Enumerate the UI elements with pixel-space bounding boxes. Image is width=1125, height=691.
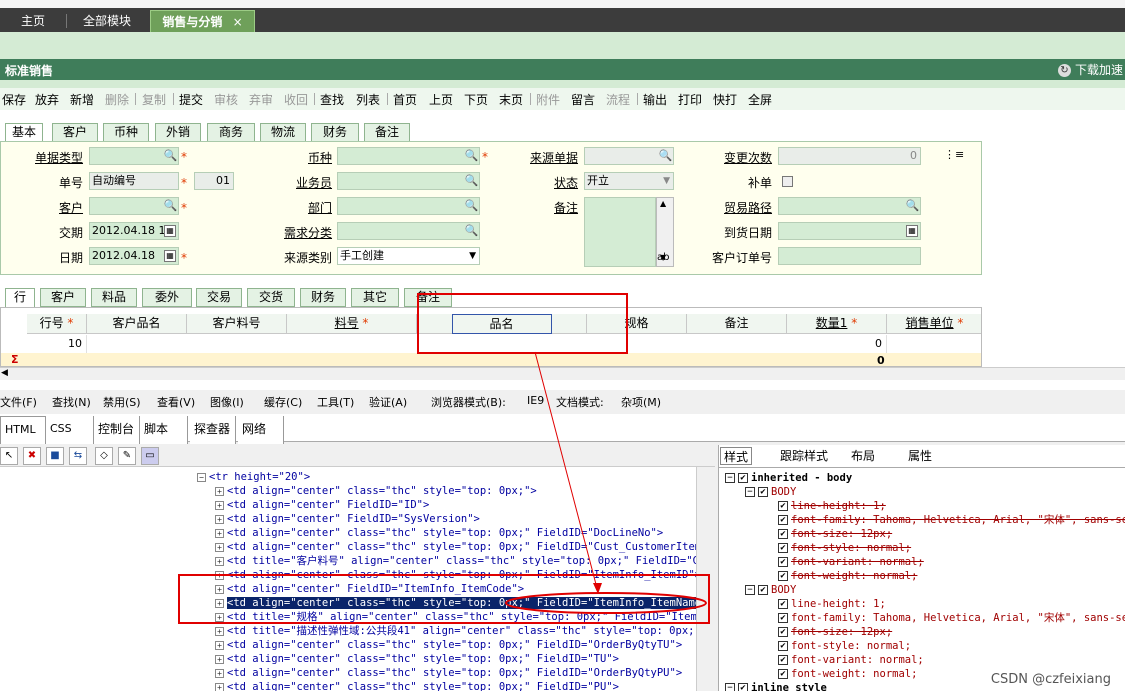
annotation-ellipse [505, 592, 707, 614]
annotation-arrow [534, 351, 599, 593]
annotation-overlay [505, 351, 707, 614]
watermark: CSDN @czfeixiang [990, 672, 1111, 687]
